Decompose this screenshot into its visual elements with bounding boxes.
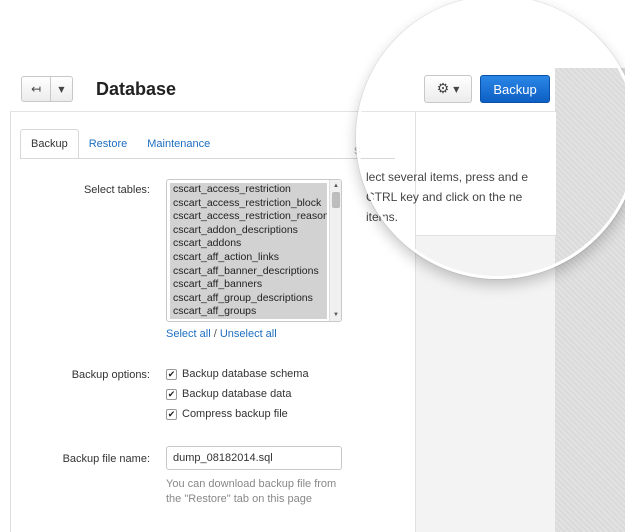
- list-item[interactable]: cscart_aff_banners: [170, 278, 327, 292]
- select-links: Select all / Unselect all: [166, 328, 277, 340]
- option-schema-label: Backup database schema: [182, 368, 309, 380]
- list-item[interactable]: cscart_access_restriction: [170, 183, 327, 197]
- sidebar: s lect several items, press and e CTRL k…: [354, 112, 556, 532]
- list-item[interactable]: cscart_aff_groups: [170, 305, 327, 319]
- toolbar: ↤ ▼ Database ⚙ ▼ Backup: [10, 68, 555, 112]
- sidebar-info-card: s lect several items, press and e CTRL k…: [354, 112, 556, 236]
- tables-list: cscart_access_restriction cscart_access_…: [170, 183, 327, 319]
- file-name-input[interactable]: [166, 446, 342, 470]
- sidebar-heading: s: [354, 142, 361, 157]
- list-item[interactable]: cscart_addons: [170, 237, 327, 251]
- checkbox-schema[interactable]: ✔: [166, 368, 177, 380]
- scroll-up-icon[interactable]: ▲: [330, 181, 341, 191]
- chevron-down-icon: ▼: [58, 84, 65, 94]
- history-dropdown-button[interactable]: ▼: [51, 76, 73, 102]
- backup-options-label: Backup options:: [71, 369, 150, 381]
- scroll-down-icon[interactable]: ▼: [330, 310, 341, 320]
- option-compress-label: Compress backup file: [182, 408, 288, 420]
- list-item[interactable]: cscart_aff_group_descriptions: [170, 292, 327, 306]
- select-links-separator: /: [213, 328, 217, 340]
- textured-background: [555, 68, 625, 532]
- tab-maintenance[interactable]: Maintenance: [137, 129, 220, 159]
- tables-scrollbar[interactable]: ▲ ▼: [329, 180, 341, 321]
- checkbox-data[interactable]: ✔: [166, 388, 177, 400]
- option-schema[interactable]: ✔ Backup database schema: [166, 368, 309, 380]
- list-item[interactable]: cscart_aff_action_links: [170, 251, 327, 265]
- select-tables-label: Select tables:: [83, 184, 150, 196]
- list-item[interactable]: cscart_aff_banner_descriptions: [170, 265, 327, 279]
- checkbox-compress[interactable]: ✔: [166, 408, 177, 420]
- list-item[interactable]: cscart_addon_descriptions: [170, 224, 327, 238]
- tab-divider: [20, 158, 395, 159]
- tables-multiselect[interactable]: cscart_access_restriction cscart_access_…: [166, 179, 342, 322]
- gear-icon: ⚙: [436, 81, 450, 97]
- chevron-down-icon: ▼: [453, 84, 460, 94]
- file-name-label: Backup file name:: [62, 453, 150, 465]
- settings-dropdown-button[interactable]: ⚙ ▼: [424, 75, 472, 103]
- back-button[interactable]: ↤: [21, 76, 51, 102]
- list-item[interactable]: cscart_access_restriction_block: [170, 197, 327, 211]
- page-title: Database: [96, 79, 177, 99]
- tab-backup[interactable]: Backup: [20, 129, 79, 159]
- backup-button[interactable]: Backup: [480, 75, 550, 103]
- file-help-text: You can download backup file from the "R…: [166, 478, 337, 505]
- select-all-link[interactable]: Select all: [166, 328, 211, 340]
- scroll-thumb[interactable]: [332, 192, 340, 208]
- option-data[interactable]: ✔ Backup database data: [166, 388, 291, 400]
- sidebar-hint: lect several items, press and e CTRL key…: [366, 170, 529, 224]
- back-button-group: ↤ ▼: [21, 76, 73, 102]
- tab-bar: Backup Restore Maintenance: [20, 129, 220, 159]
- tab-restore[interactable]: Restore: [79, 129, 138, 159]
- option-compress[interactable]: ✔ Compress backup file: [166, 408, 288, 420]
- unselect-all-link[interactable]: Unselect all: [220, 328, 277, 340]
- option-data-label: Backup database data: [182, 388, 292, 400]
- list-item[interactable]: cscart_access_restriction_reason: [170, 210, 327, 224]
- back-arrow-icon: ↤: [30, 82, 42, 96]
